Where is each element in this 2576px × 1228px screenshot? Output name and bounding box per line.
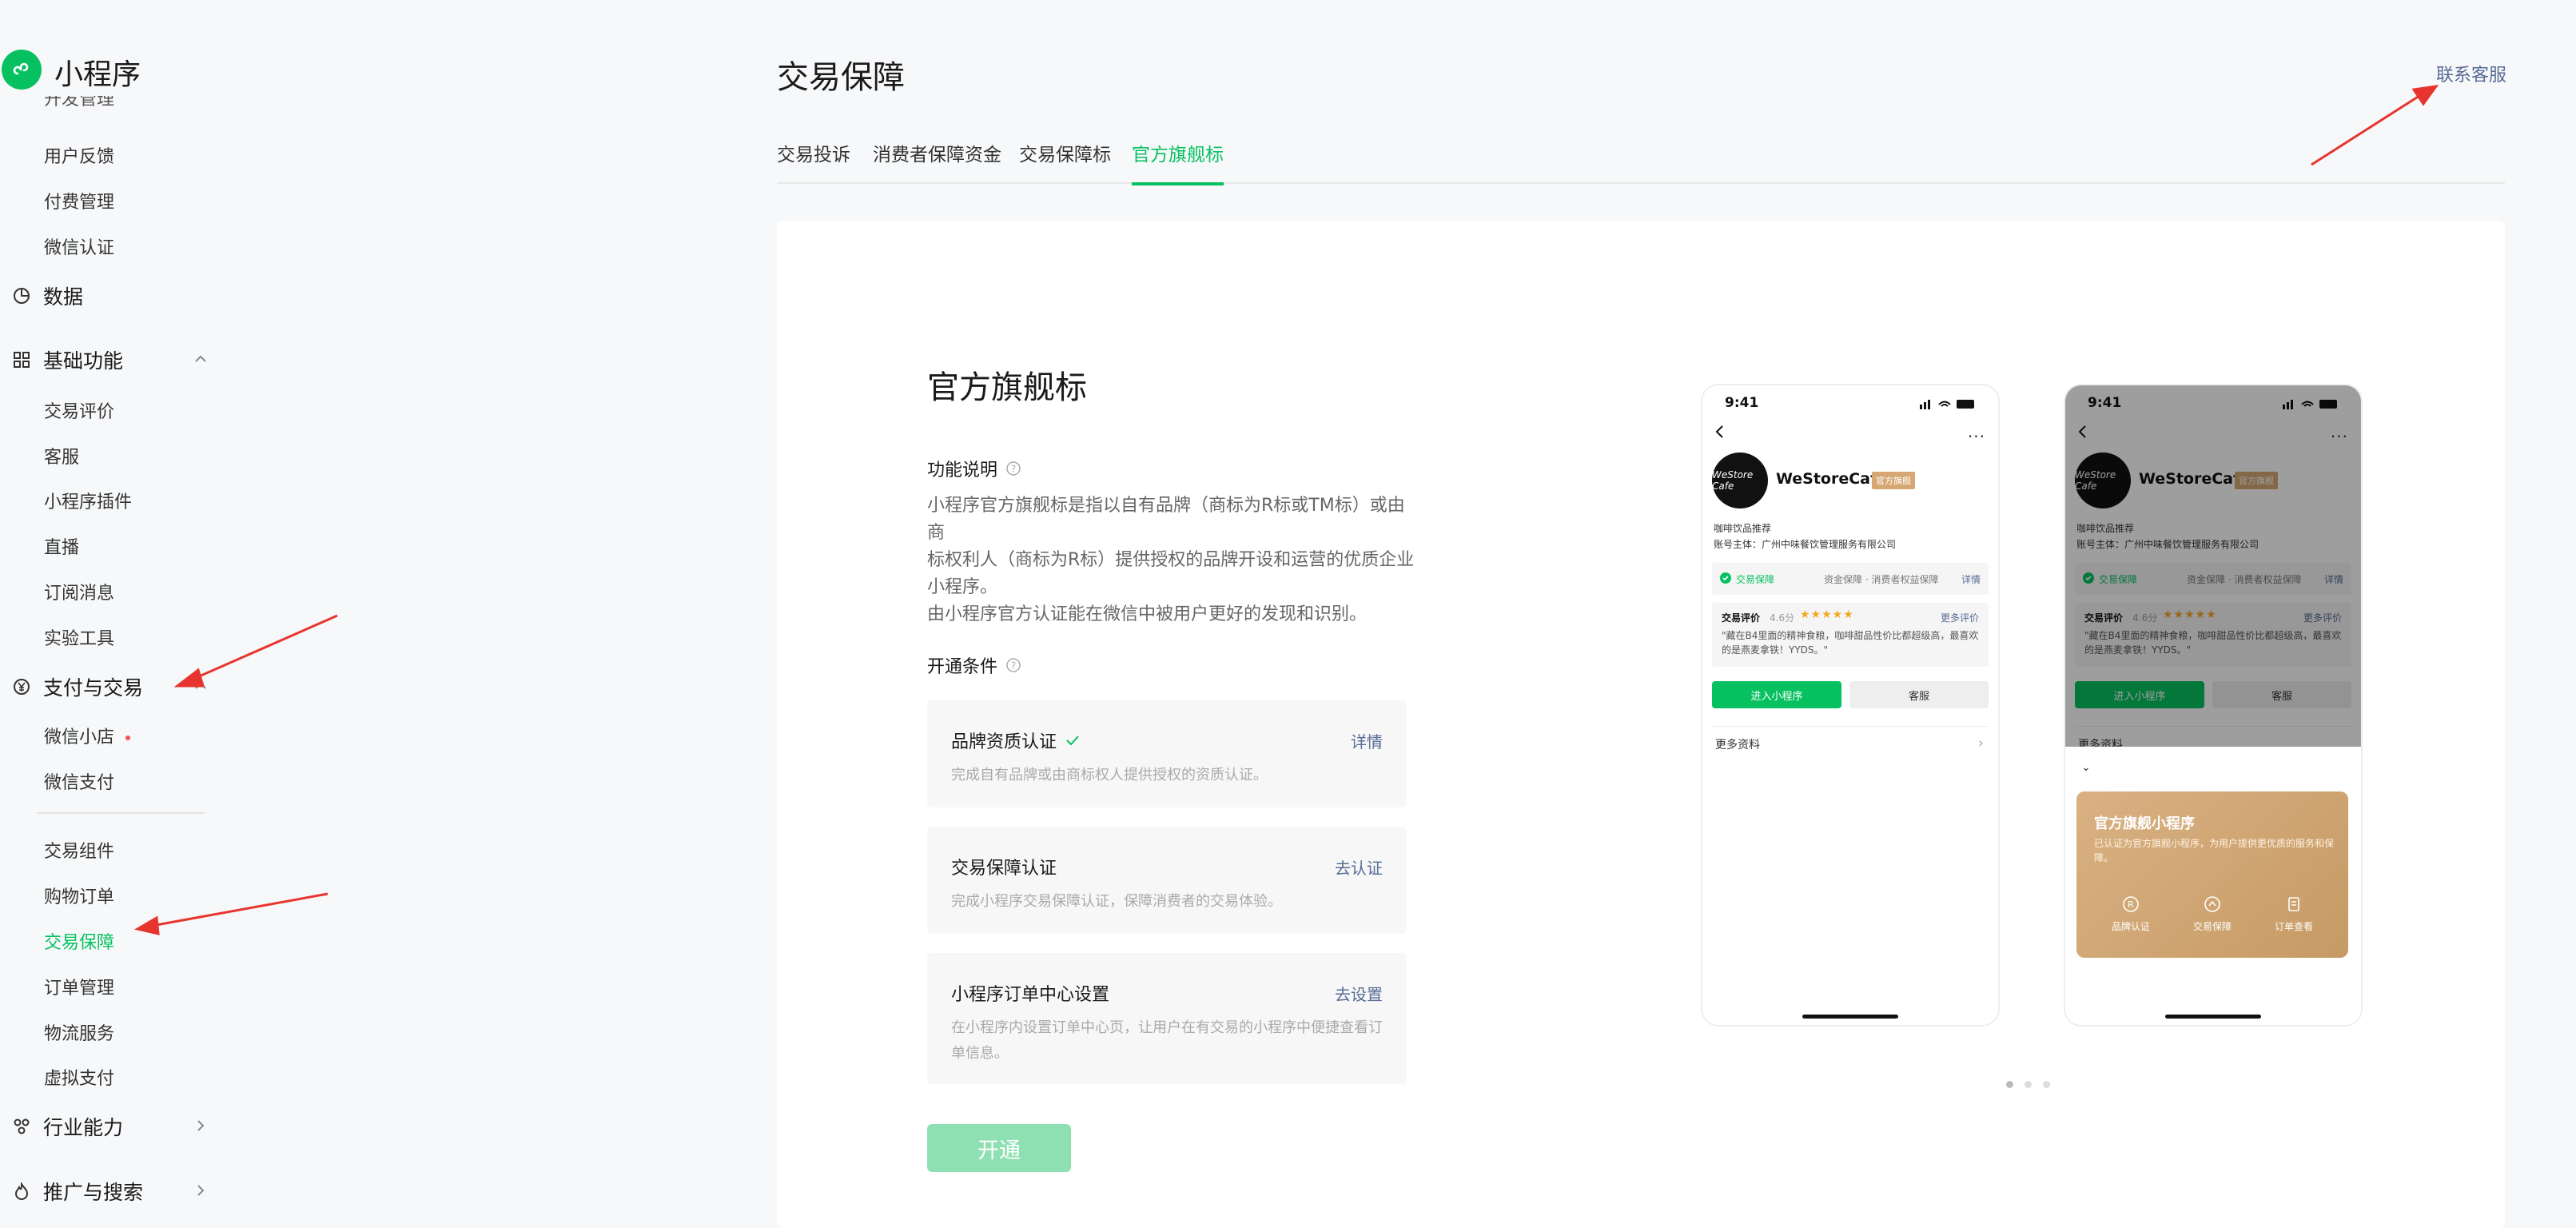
chevron-right-icon: ›: [1977, 735, 1984, 752]
back-icon: [1715, 425, 1723, 438]
sidebar-item-lab-tools[interactable]: 实验工具: [44, 624, 114, 650]
chevron-down-icon: ⌄: [2081, 761, 2091, 774]
trade-guarantee-icon: [2204, 896, 2220, 912]
arrow-head-contact: [2411, 85, 2439, 106]
nodes-icon: [13, 1118, 30, 1135]
flagship-sheet: ⌄ 官方旗舰小程序 已认证为官方旗舰小程序，为用户提供更优质的服务和保障。 R …: [2065, 747, 2361, 1025]
pie-chart-icon: [13, 287, 30, 305]
home-indicator: [1802, 1015, 1898, 1019]
sidebar-group-pay[interactable]: 支付与交易: [13, 672, 143, 701]
chevron-up-icon[interactable]: [193, 352, 208, 366]
grid-icon: [13, 351, 30, 369]
flame-icon: [13, 1182, 30, 1200]
rating-stars: ★★★★★: [1800, 608, 1854, 621]
sidebar-item-trade-review[interactable]: 交易评价: [44, 397, 114, 423]
help-icon[interactable]: ?: [1005, 657, 1021, 673]
svg-text:R: R: [2128, 899, 2134, 910]
order-view-icon: [2288, 897, 2299, 911]
tab-consumer-fund[interactable]: 消费者保障资金: [873, 139, 1001, 182]
sidebar-item-order-manage[interactable]: 订单管理: [44, 974, 114, 999]
phone-preview-flagship-sheet: 9:41 ··· WeStore Cafe WeStoreCafe 官方旗舰 咖…: [2064, 384, 2363, 1027]
notification-dot: [125, 736, 131, 740]
flagship-badge: 官方旗舰: [1872, 472, 1915, 489]
more-icon: ···: [1967, 427, 1985, 446]
brand-verify-icon: R: [2123, 896, 2139, 912]
order-center-setup-link[interactable]: 去设置: [1335, 982, 1383, 1005]
flagship-card: 官方旗舰小程序 已认证为官方旗舰小程序，为用户提供更优质的服务和保障。 R 品牌…: [2076, 791, 2348, 958]
carousel-dots: [2006, 1081, 2061, 1088]
sidebar-item-trade-guarantee[interactable]: 交易保障: [44, 928, 114, 954]
sidebar-item-user-feedback[interactable]: 用户反馈: [44, 142, 114, 168]
sidebar-item-paid-manage[interactable]: 付费管理: [44, 188, 114, 213]
svg-text:?: ?: [1011, 464, 1016, 475]
condition-section-label: 开通条件 ?: [927, 652, 1021, 678]
sidebar-item-wechat-verify[interactable]: 微信认证: [44, 233, 114, 259]
desc-section-label: 功能说明 ?: [927, 456, 1021, 481]
sidebar-item-virtual-pay[interactable]: 虚拟支付: [44, 1064, 114, 1090]
sidebar-item-shopping-orders[interactable]: 购物订单: [44, 883, 114, 908]
sidebar-item-dev-manage[interactable]: 开发管理: [44, 96, 114, 118]
feature-description: 小程序官方旗舰标是指以自有品牌（商标为R标或TM标）或由商 标权利人（商标为R标…: [927, 496, 1415, 624]
app-name: 小程序: [54, 58, 141, 91]
avatar: WeStore Cafe: [1712, 453, 1768, 508]
tab-bar: 交易投诉 消费者保障资金 交易保障标 官方旗舰标: [777, 134, 2505, 185]
sidebar-group-basic[interactable]: 基础功能: [13, 345, 123, 374]
dim-overlay: [2065, 385, 2361, 747]
sidebar-item-logistics[interactable]: 物流服务: [44, 1019, 114, 1045]
page-title: 交易保障: [777, 59, 905, 96]
home-indicator: [2165, 1015, 2261, 1019]
help-icon[interactable]: ?: [1005, 460, 1021, 476]
status-bar-icon: [1920, 400, 1974, 409]
miniprogram-logo-icon: [2, 50, 42, 90]
sidebar-group-industry[interactable]: 行业能力: [13, 1112, 123, 1141]
guarantee-verify-link[interactable]: 去认证: [1335, 855, 1383, 879]
chevron-up-icon[interactable]: [193, 679, 208, 693]
feature-title: 官方旗舰标: [927, 369, 1087, 406]
sidebar-group-promo[interactable]: 推广与搜索: [13, 1177, 143, 1206]
sidebar-item-wechat-shop[interactable]: 微信小店: [44, 723, 131, 748]
tab-flagship-badge[interactable]: 官方旗舰标: [1132, 139, 1224, 185]
phone-preview-profile: 9:41 ··· WeStore Cafe WeStoreCafe 官方旗舰 咖…: [1701, 384, 2000, 1027]
carousel-dot[interactable]: [2025, 1081, 2032, 1088]
yuan-icon: [13, 678, 30, 696]
sidebar-item-live[interactable]: 直播: [44, 533, 79, 559]
chevron-right-icon[interactable]: [193, 1183, 208, 1198]
condition-guarantee: 交易保障认证 去认证 完成小程序交易保障认证，保障消费者的交易体验。: [927, 827, 1407, 934]
chevron-right-icon[interactable]: [193, 1118, 208, 1133]
carousel-dot[interactable]: [2006, 1081, 2013, 1088]
condition-order-center: 小程序订单中心设置 去设置 在小程序内设置订单中心页，让用户在有交易的小程序中便…: [927, 953, 1407, 1084]
tab-trade-complaint[interactable]: 交易投诉: [777, 139, 850, 182]
check-icon: [1066, 736, 1079, 746]
brand-detail-link[interactable]: 详情: [1351, 729, 1383, 752]
sidebar-group-data[interactable]: 数据: [13, 281, 83, 310]
sidebar-item-subscribe-msg[interactable]: 订阅消息: [44, 579, 114, 604]
sidebar-divider: [37, 812, 205, 814]
carousel-dot[interactable]: [2043, 1081, 2050, 1088]
svg-text:?: ?: [1011, 660, 1016, 672]
shield-check-icon: [1720, 572, 1731, 584]
sidebar-item-customer-service[interactable]: 客服: [44, 443, 79, 468]
sidebar-item-plugin[interactable]: 小程序插件: [44, 488, 132, 513]
sidebar-item-trade-component[interactable]: 交易组件: [44, 837, 114, 863]
open-button[interactable]: 开通: [927, 1124, 1071, 1172]
condition-brand: 品牌资质认证 详情 完成自有品牌或由商标权人提供授权的资质认证。: [927, 700, 1407, 807]
sidebar: 小程序 开发管理 用户反馈 付费管理 微信认证 数据 基础功能 交易评价 客服 …: [0, 0, 240, 1219]
sidebar-item-wechat-pay[interactable]: 微信支付: [44, 768, 114, 794]
tab-guarantee-badge[interactable]: 交易保障标: [1019, 139, 1111, 182]
contact-service-link[interactable]: 联系客服: [2436, 61, 2506, 86]
